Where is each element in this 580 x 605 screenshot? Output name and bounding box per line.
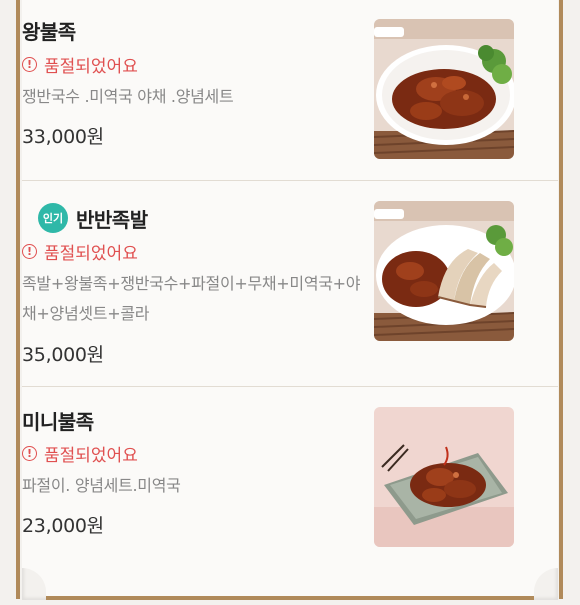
frame-border-bottom (22, 596, 558, 600)
menu-item-price: 33,000원 (22, 126, 104, 148)
menu-item-photo[interactable] (374, 19, 514, 159)
soldout-status: ! 품절되었어요 (22, 239, 138, 264)
exclamation-circle-icon: ! (22, 446, 37, 461)
menu-item-description: 파절이. 양념세트.미역국 (22, 476, 181, 495)
menu-item-description: 쟁반국수 .미역국 야채 .양념세트 (22, 87, 234, 106)
soldout-status: ! 품절되었어요 (22, 441, 138, 466)
soldout-label: 품절되었어요 (44, 57, 138, 77)
soldout-status: ! 품절되었어요 (22, 52, 138, 77)
menu-item-price: 23,000원 (22, 515, 104, 537)
menu-item-name: 미니불족 (22, 410, 94, 434)
menu-item-name: 왕불족 (22, 20, 76, 44)
item-divider (22, 386, 558, 387)
frame-border-right (559, 0, 563, 599)
exclamation-circle-icon: ! (22, 57, 37, 72)
menu-item-photo[interactable] (374, 201, 514, 341)
menu-item-description: 족발+왕불족+쟁반국수+파절이+무채+미역국+야채+양념셋트+콜라 (22, 274, 361, 323)
soldout-label: 품절되었어요 (44, 244, 138, 264)
menu-item-photo[interactable] (374, 407, 514, 547)
item-divider (22, 180, 558, 181)
menu-item-price: 35,000원 (22, 344, 104, 366)
menu-item-name: 반반족발 (76, 207, 148, 232)
popular-badge: 인기 (38, 203, 68, 233)
frame-border-left (16, 0, 20, 599)
exclamation-circle-icon: ! (22, 244, 37, 259)
soldout-label: 품절되었어요 (44, 446, 138, 466)
